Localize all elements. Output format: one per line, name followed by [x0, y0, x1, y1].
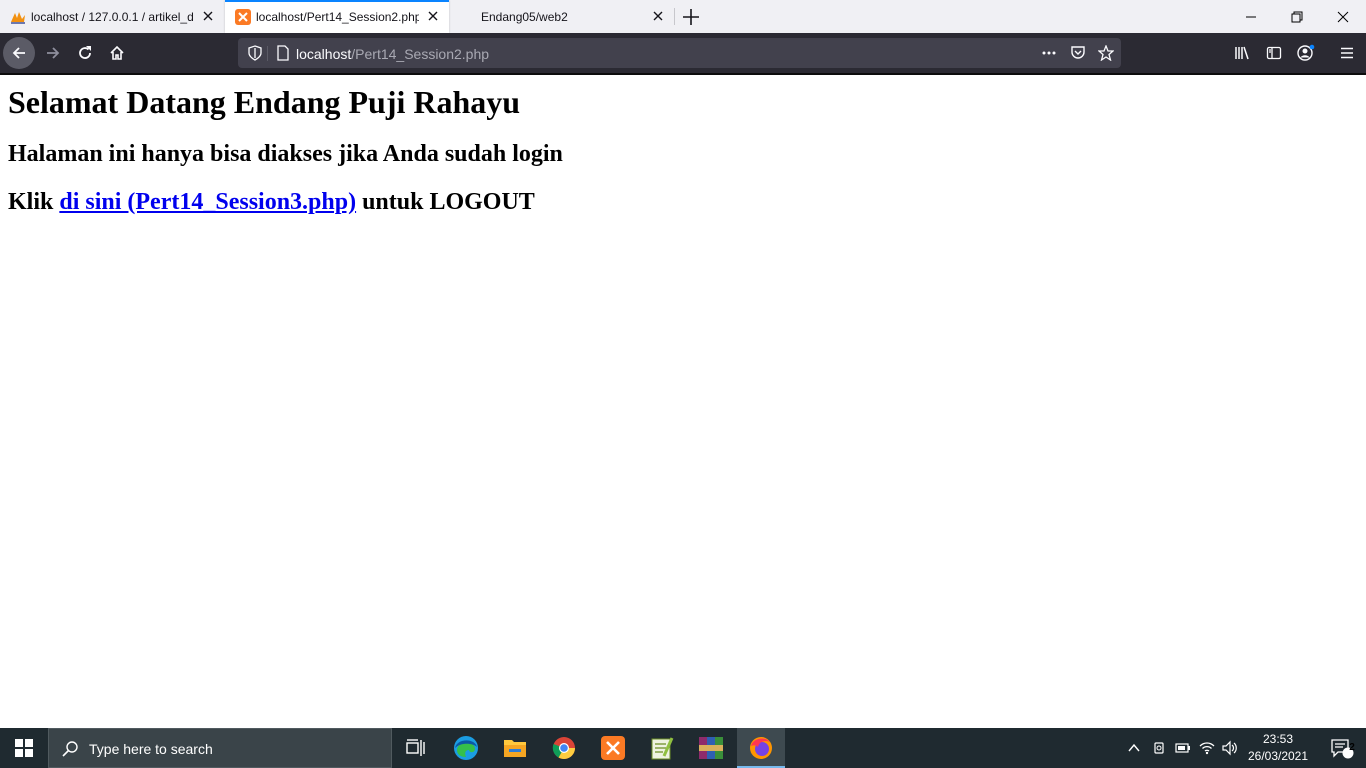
address-bar[interactable]: localhost/Pert14_Session2.php	[238, 38, 1121, 68]
action-center-button[interactable]: 2	[1318, 728, 1366, 768]
tab-session2[interactable]: localhost/Pert14_Session2.php	[225, 0, 449, 33]
xampp-taskbar-button[interactable]	[589, 728, 637, 768]
minimize-icon	[1246, 16, 1256, 17]
shield-icon[interactable]	[247, 45, 263, 61]
sidebar-button[interactable]	[1258, 37, 1290, 69]
clock-date: 26/03/2021	[1247, 749, 1309, 763]
tab-strip: localhost / 127.0.0.1 / artikel_db local…	[0, 0, 1366, 33]
hamburger-menu-icon	[1341, 47, 1353, 59]
sidebar-icon	[1266, 46, 1282, 60]
windows-taskbar: Type here to search 23:53 26/03/2021 2	[0, 728, 1366, 768]
xampp-icon	[601, 736, 625, 760]
library-icon	[1235, 46, 1249, 60]
chrome-taskbar-button[interactable]	[540, 728, 588, 768]
close-tab-icon[interactable]	[650, 8, 666, 24]
logout-suffix: untuk LOGOUT	[356, 189, 535, 215]
taskbar-search-box[interactable]: Type here to search	[48, 728, 392, 768]
task-view-button[interactable]	[392, 728, 440, 768]
edge-taskbar-button[interactable]	[442, 728, 490, 768]
url-path: /Pert14_Session2.php	[351, 46, 490, 62]
reload-button[interactable]	[69, 37, 101, 69]
menu-button[interactable]	[1331, 37, 1363, 69]
page-subtitle: Halaman ini hanya bisa diakses jika Anda…	[8, 141, 563, 167]
home-icon	[110, 45, 124, 60]
chrome-icon	[552, 737, 575, 759]
tab-web2[interactable]: Endang05/web2	[450, 0, 674, 33]
url-separator	[267, 46, 268, 61]
home-button[interactable]	[101, 37, 133, 69]
chevron-up-icon[interactable]	[1126, 740, 1142, 756]
wifi-icon[interactable]	[1199, 740, 1215, 756]
start-button[interactable]	[0, 728, 48, 768]
winrar-taskbar-button[interactable]	[687, 728, 735, 768]
edge-icon	[454, 736, 478, 760]
volume-icon[interactable]	[1222, 740, 1238, 756]
system-clock[interactable]: 23:53 26/03/2021	[1244, 731, 1312, 765]
device-icon[interactable]	[1151, 740, 1167, 756]
logout-line: Klik di sini (Pert14_Session3.php) untuk…	[8, 189, 535, 216]
winrar-icon	[699, 737, 723, 759]
library-button[interactable]	[1226, 37, 1258, 69]
new-tab-icon[interactable]	[680, 6, 702, 28]
tab-phpmyadmin[interactable]: localhost / 127.0.0.1 / artikel_db	[0, 0, 224, 33]
pocket-icon[interactable]	[1070, 45, 1086, 61]
url-text[interactable]: localhost/Pert14_Session2.php	[296, 46, 489, 62]
url-host: localhost	[296, 46, 352, 62]
page-content: Selamat Datang Endang Puji Rahayu Halama…	[0, 75, 1366, 728]
notification-count: 2	[1349, 742, 1355, 753]
logout-link[interactable]: di sini (Pert14_Session3.php)	[59, 189, 356, 215]
more-actions-icon[interactable]	[1041, 45, 1057, 61]
xampp-icon	[235, 9, 251, 25]
notepad-plus-taskbar-button[interactable]	[638, 728, 686, 768]
restore-button[interactable]	[1274, 0, 1320, 33]
search-icon	[62, 741, 78, 757]
arrow-right-icon	[47, 47, 60, 59]
battery-icon[interactable]	[1175, 740, 1191, 756]
windows-logo-icon	[15, 739, 33, 757]
account-button[interactable]	[1290, 37, 1322, 69]
close-tab-icon[interactable]	[425, 8, 441, 24]
file-explorer-taskbar-button[interactable]	[491, 728, 539, 768]
file-explorer-icon	[504, 740, 526, 757]
clock-time: 23:53	[1262, 732, 1294, 746]
restore-icon	[1291, 11, 1303, 22]
close-tab-icon[interactable]	[200, 8, 216, 24]
search-placeholder: Type here to search	[89, 741, 213, 757]
firefox-taskbar-button[interactable]	[737, 728, 785, 768]
firefox-icon	[750, 737, 772, 759]
account-icon	[1297, 44, 1315, 61]
close-icon	[1337, 11, 1349, 22]
bookmark-star-icon[interactable]	[1098, 45, 1114, 61]
close-window-button[interactable]	[1320, 0, 1366, 33]
logout-prefix: Klik	[8, 189, 60, 215]
task-view-icon	[406, 739, 425, 756]
tab-title: localhost / 127.0.0.1 / artikel_db	[31, 10, 194, 24]
page-icon[interactable]	[275, 45, 291, 61]
tab-title: localhost/Pert14_Session2.php	[256, 10, 419, 24]
tab-separator	[674, 8, 675, 25]
tab-title: Endang05/web2	[481, 10, 568, 24]
reload-icon	[79, 46, 91, 59]
minimize-button[interactable]	[1228, 0, 1274, 33]
back-button[interactable]	[3, 37, 35, 69]
phpmyadmin-icon	[11, 12, 25, 24]
forward-button[interactable]	[37, 37, 69, 69]
navigation-toolbar: localhost/Pert14_Session2.php	[0, 33, 1366, 73]
arrow-left-icon	[12, 47, 25, 59]
page-title: Selamat Datang Endang Puji Rahayu	[8, 84, 521, 120]
notepad-plus-icon	[651, 737, 674, 760]
